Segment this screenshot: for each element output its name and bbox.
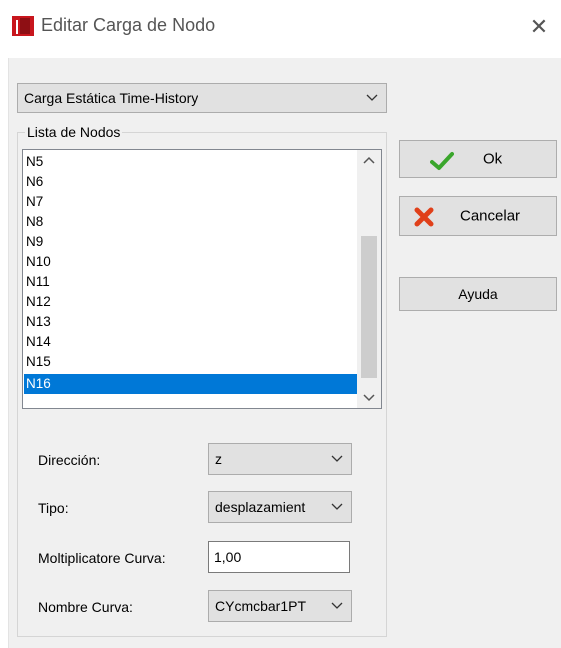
list-item[interactable]: N14	[24, 332, 358, 352]
help-button[interactable]: Ayuda	[399, 277, 557, 311]
list-item[interactable]: N15	[24, 352, 358, 372]
curve-name-label: Nombre Curva:	[38, 599, 133, 615]
list-item[interactable]: N11	[24, 272, 358, 292]
multiplier-input[interactable]: 1,00	[208, 541, 350, 573]
list-item[interactable]: N10	[24, 252, 358, 272]
chevron-down-icon	[331, 503, 343, 510]
list-scrollbar[interactable]	[357, 150, 381, 408]
scroll-up-icon[interactable]	[357, 150, 381, 172]
type-label: Tipo:	[38, 500, 69, 516]
type-dropdown[interactable]: desplazamient	[208, 491, 352, 523]
list-item[interactable]: N7	[24, 192, 358, 212]
curve-name-dropdown[interactable]: CYcmcbar1PT	[208, 590, 352, 622]
node-list-label: Lista de Nodos	[25, 124, 123, 140]
checkmark-icon	[430, 152, 454, 170]
chevron-down-icon	[331, 455, 343, 462]
list-item[interactable]: N8	[24, 212, 358, 232]
chevron-down-icon	[331, 602, 343, 609]
app-icon	[12, 16, 34, 36]
cancel-x-icon	[414, 207, 434, 227]
load-type-dropdown[interactable]: Carga Estática Time-History	[17, 83, 387, 113]
multiplier-value: 1,00	[214, 549, 242, 565]
list-item[interactable]: N5	[24, 152, 358, 172]
ok-button[interactable]: Ok	[399, 140, 557, 178]
list-item[interactable]: N12	[24, 292, 358, 312]
scroll-down-icon[interactable]	[357, 386, 381, 408]
window-title: Editar Carga de Nodo	[41, 15, 216, 35]
ok-label: Ok	[483, 150, 503, 168]
curve-name-value: CYcmcbar1PT	[215, 598, 307, 614]
multiplier-label: Moltiplicatore Curva:	[38, 550, 166, 566]
list-item-selected[interactable]: N16	[24, 374, 358, 394]
cancel-button[interactable]: Cancelar	[399, 196, 557, 236]
list-item[interactable]: N13	[24, 312, 358, 332]
help-label: Ayuda	[458, 286, 498, 302]
title-bar: Editar Carga de Nodo ✕	[0, 0, 561, 56]
list-item[interactable]: N9	[24, 232, 358, 252]
type-value: desplazamient	[215, 499, 306, 515]
direction-dropdown[interactable]: z	[208, 443, 352, 475]
load-type-value: Carga Estática Time-History	[24, 90, 199, 106]
list-item[interactable]: N6	[24, 172, 358, 192]
direction-value: z	[215, 451, 222, 467]
scrollbar-thumb[interactable]	[361, 236, 377, 378]
node-listbox[interactable]: N5 N6 N7 N8 N9 N10 N11 N12 N13 N14 N15 N…	[22, 149, 382, 409]
direction-label: Dirección:	[38, 452, 101, 468]
cancel-label: Cancelar	[460, 207, 521, 225]
close-icon[interactable]: ✕	[524, 12, 554, 42]
chevron-down-icon	[366, 94, 378, 101]
